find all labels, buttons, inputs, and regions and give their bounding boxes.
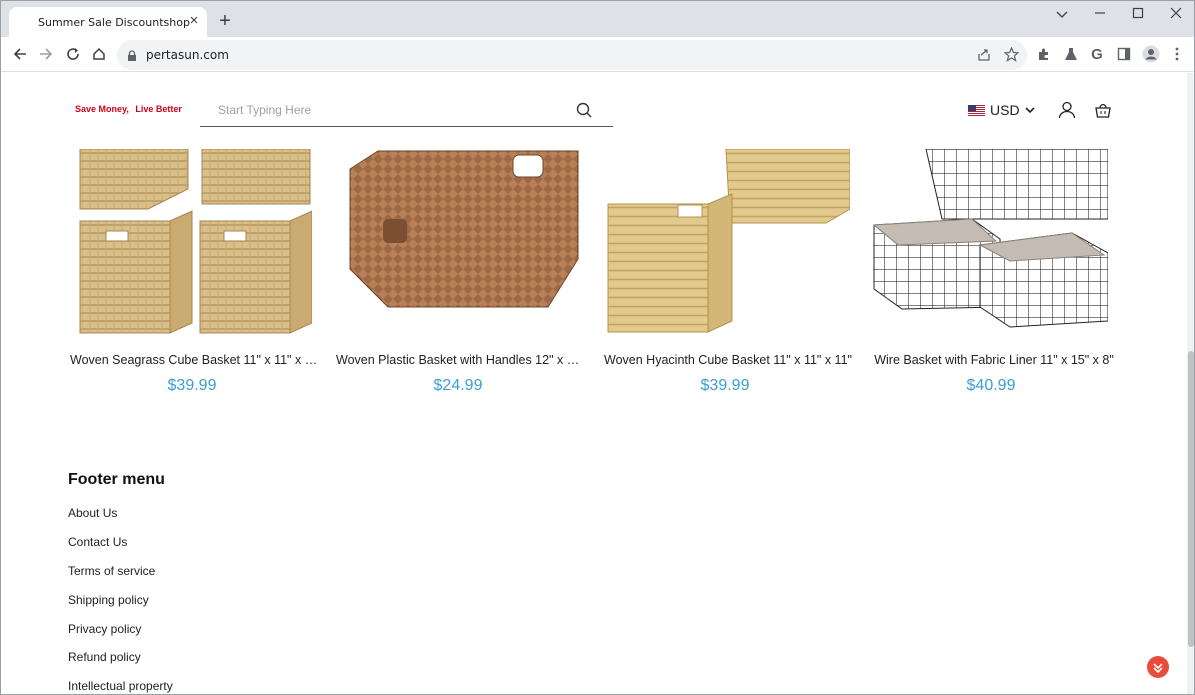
product-title[interactable]: Woven Seagrass Cube Basket 11" x 11" x 1… bbox=[70, 353, 320, 367]
google-icon[interactable]: G bbox=[1087, 44, 1107, 64]
maximize-icon[interactable] bbox=[1125, 5, 1151, 23]
product-price: $39.99 bbox=[700, 377, 750, 394]
logo-text-1: Save Money, bbox=[75, 104, 129, 114]
scrollbar-thumb[interactable] bbox=[1188, 351, 1194, 647]
currency-label: USD bbox=[990, 102, 1020, 118]
footer-link-refund-policy[interactable]: Refund policy bbox=[68, 650, 141, 664]
chat-widget-icon[interactable] bbox=[1147, 656, 1169, 678]
site-logo[interactable]: Save Money, Live Better bbox=[75, 104, 182, 114]
webpage: Save Money, Live Better USD bbox=[2, 73, 1187, 694]
footer-link-privacy-policy[interactable]: Privacy policy bbox=[68, 622, 141, 636]
share-icon[interactable] bbox=[977, 48, 991, 67]
product-image[interactable] bbox=[872, 149, 1108, 339]
search-bar bbox=[200, 93, 613, 127]
bookmark-star-icon[interactable] bbox=[1003, 46, 1020, 67]
menu-kebab-icon[interactable] bbox=[1167, 44, 1187, 64]
back-arrow-icon[interactable] bbox=[9, 43, 31, 65]
flask-extension-icon[interactable] bbox=[1061, 44, 1081, 64]
minimize-icon[interactable] bbox=[1087, 5, 1113, 23]
product-title[interactable]: Wire Basket with Fabric Liner 11" x 15" … bbox=[869, 353, 1119, 367]
home-icon[interactable] bbox=[88, 43, 110, 65]
new-tab-button[interactable]: + bbox=[215, 11, 235, 31]
footer-link-shipping-policy[interactable]: Shipping policy bbox=[68, 593, 149, 607]
product-title[interactable]: Woven Hyacinth Cube Basket 11" x 11" x 1… bbox=[603, 353, 853, 367]
product-price: $24.99 bbox=[433, 377, 483, 394]
footer-link-terms-of-service[interactable]: Terms of service bbox=[68, 564, 155, 578]
footer-menu-heading: Footer menu bbox=[68, 471, 165, 488]
product-title[interactable]: Woven Plastic Basket with Handles 12" x … bbox=[336, 353, 586, 367]
footer-link-contact-us[interactable]: Contact Us bbox=[68, 535, 127, 549]
search-input[interactable] bbox=[218, 101, 558, 119]
browser-window: Summer Sale Discountshop × + pertasun.co… bbox=[0, 0, 1195, 695]
footer-link-about-us[interactable]: About Us bbox=[68, 506, 117, 520]
chevron-down-icon bbox=[1024, 106, 1035, 113]
page-scrollbar[interactable] bbox=[1187, 73, 1194, 694]
extensions-puzzle-icon[interactable] bbox=[1034, 44, 1054, 64]
cart-icon[interactable] bbox=[1094, 101, 1112, 119]
lock-icon[interactable] bbox=[127, 49, 137, 67]
product-image[interactable] bbox=[606, 149, 850, 339]
account-icon[interactable] bbox=[1058, 101, 1076, 119]
search-icon[interactable] bbox=[576, 102, 592, 118]
browser-toolbar: pertasun.com G bbox=[1, 37, 1194, 72]
url-text: pertasun.com bbox=[146, 48, 229, 62]
address-bar[interactable]: pertasun.com bbox=[117, 40, 1027, 70]
tab-close-icon[interactable]: × bbox=[186, 13, 202, 29]
product-price: $40.99 bbox=[966, 377, 1016, 394]
profile-avatar-icon[interactable] bbox=[1141, 44, 1161, 64]
product-price: $39.99 bbox=[167, 377, 217, 394]
forward-arrow-icon[interactable] bbox=[35, 43, 57, 65]
close-window-icon[interactable] bbox=[1163, 5, 1189, 23]
tab-strip: Summer Sale Discountshop × + bbox=[1, 1, 1194, 37]
reload-icon[interactable] bbox=[62, 43, 84, 65]
footer-link-intellectual-property[interactable]: Intellectual property bbox=[68, 679, 173, 693]
logo-text-2: Live Better bbox=[135, 104, 182, 114]
active-tab[interactable]: Summer Sale Discountshop × bbox=[9, 7, 207, 37]
product-image[interactable] bbox=[78, 149, 312, 339]
product-image[interactable] bbox=[348, 149, 582, 339]
tab-title: Summer Sale Discountshop bbox=[38, 16, 190, 29]
side-panel-icon[interactable] bbox=[1114, 44, 1134, 64]
us-flag-icon bbox=[968, 104, 985, 116]
currency-selector[interactable]: USD bbox=[968, 102, 1035, 118]
tab-search-icon[interactable] bbox=[1049, 5, 1075, 23]
